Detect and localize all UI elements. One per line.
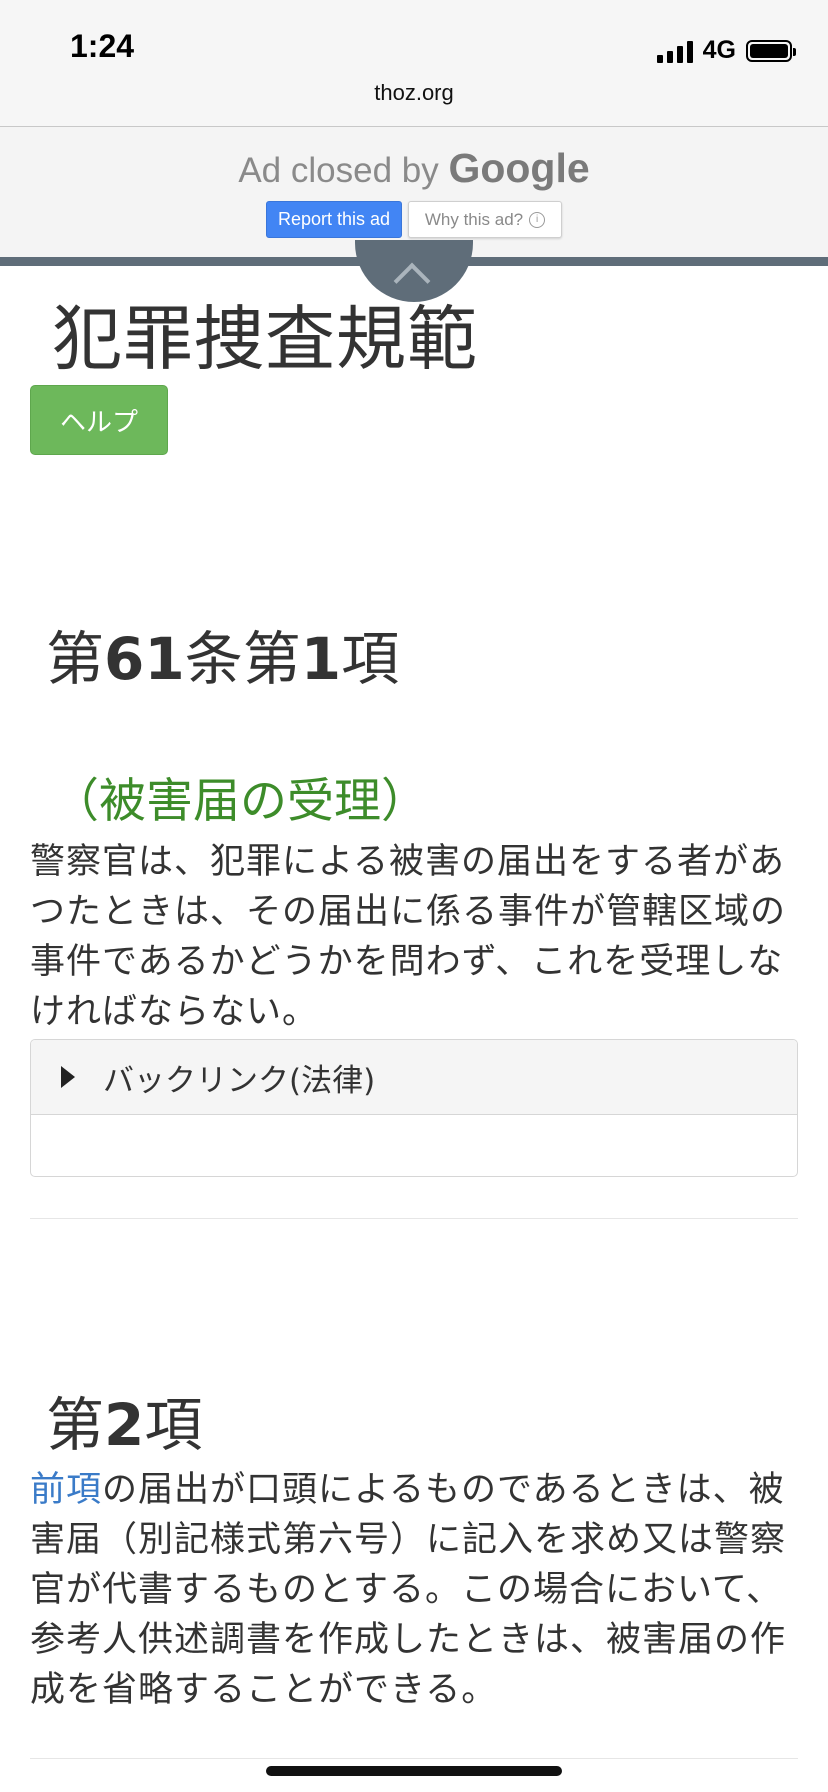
article-heading-prefix: 第: [46, 625, 105, 693]
battery-icon: [746, 39, 796, 62]
status-indicators: 4G: [656, 36, 796, 65]
closed-ad-panel: Ad closed by Google Report this ad Why t…: [0, 127, 828, 257]
clause2-number: 2: [104, 1391, 145, 1459]
ad-closed-text: Ad closed by Google: [0, 145, 828, 192]
section-divider: [30, 1218, 798, 1219]
ad-closed-prefix: Ad closed by: [238, 151, 449, 190]
ad-buttons: Report this ad Why this ad? i: [0, 201, 828, 238]
clause-number: 1: [300, 625, 342, 693]
clause2-body: の届出が口頭によるものであるときは、被害届（別記様式第六号）に記入を求め又は警察…: [30, 1470, 787, 1710]
backlink-toggle[interactable]: バックリンク(法律): [31, 1040, 797, 1115]
network-type: 4G: [702, 36, 736, 64]
backlink-panel: バックリンク(法律): [30, 1039, 798, 1177]
previous-clause-link[interactable]: 前項: [30, 1470, 102, 1510]
page-title: 犯罪捜査規範: [52, 298, 478, 380]
report-ad-button[interactable]: Report this ad: [266, 201, 402, 238]
article-caption: （被害届の受理）: [52, 774, 428, 829]
status-time: 1:24: [70, 28, 135, 64]
clause2-text: 前項の届出が口頭によるものであるときは、被害届（別記様式第六号）に記入を求め又は…: [30, 1465, 800, 1715]
help-button[interactable]: ヘルプ: [30, 385, 168, 455]
backlink-label: バックリンク(法律): [103, 1062, 376, 1099]
caret-right-icon: [61, 1066, 75, 1088]
article-number: 61: [104, 625, 185, 693]
why-this-ad-button[interactable]: Why this ad? i: [408, 201, 562, 238]
status-bar: 1:24 4G thoz.org: [0, 0, 828, 127]
article-heading-suffix: 項: [341, 625, 400, 693]
home-indicator[interactable]: [266, 1766, 562, 1776]
google-logo: Google: [448, 145, 590, 191]
article-text: 警察官は、犯罪による被害の届出をする者があつたときは、その届出に係る事件が管轄区…: [30, 842, 787, 1032]
clause2-heading-prefix: 第: [46, 1391, 105, 1459]
info-icon: i: [529, 211, 546, 228]
signal-icon: [656, 39, 693, 63]
address-bar-url[interactable]: thoz.org: [0, 80, 828, 106]
why-this-ad-label: Why this ad?: [424, 209, 524, 229]
article-heading-mid: 条第: [184, 625, 301, 693]
clause2-heading: 第2項: [46, 1378, 202, 1462]
article-heading: 第61条第1項: [46, 612, 399, 696]
section-divider-bottom: [30, 1758, 798, 1759]
clause2-heading-suffix: 項: [144, 1391, 203, 1459]
